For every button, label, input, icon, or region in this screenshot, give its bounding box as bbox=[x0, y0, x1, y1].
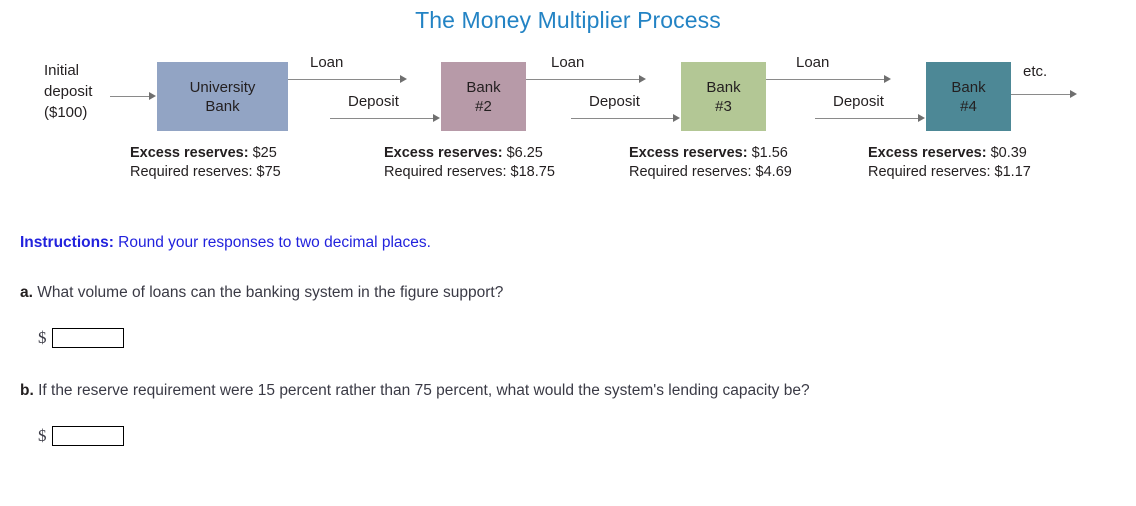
bank-box-bank-4: Bank #4 bbox=[926, 62, 1011, 131]
deposit-arrow-head-3 bbox=[918, 114, 925, 122]
required-reserves-value: $75 bbox=[256, 164, 281, 180]
excess-reserves-label: Excess reserves: bbox=[384, 145, 503, 161]
currency-symbol-a: $ bbox=[38, 328, 47, 347]
excess-reserves-value: $6.25 bbox=[506, 145, 543, 161]
etc-arrow-head bbox=[1070, 90, 1077, 98]
initial-deposit-arrow-line bbox=[110, 96, 149, 97]
currency-symbol-b: $ bbox=[38, 426, 47, 445]
answer-input-part-b[interactable] bbox=[51, 426, 124, 446]
excess-reserves-label: Excess reserves: bbox=[629, 145, 748, 161]
question-part-a-body: What volume of loans can the banking sys… bbox=[32, 284, 504, 301]
loan-arrow-line-2 bbox=[526, 79, 639, 80]
required-reserves-row: Required reserves: $1.17 bbox=[868, 163, 1031, 182]
required-reserves-row: Required reserves: $18.75 bbox=[384, 163, 555, 182]
bank-box-label: Bank #2 bbox=[466, 78, 500, 116]
excess-reserves-row: Excess reserves: $1.56 bbox=[629, 144, 792, 163]
required-reserves-label: Required reserves: bbox=[130, 164, 253, 180]
required-reserves-value: $1.17 bbox=[994, 164, 1031, 180]
initial-deposit-line-3: ($100) bbox=[44, 104, 88, 121]
instructions-label: Instructions: bbox=[20, 234, 114, 251]
deposit-label-2: Deposit bbox=[589, 93, 640, 110]
instructions-text: Round your responses to two decimal plac… bbox=[113, 234, 431, 251]
deposit-arrow-line-3 bbox=[815, 118, 918, 119]
bank-name-line-2: #2 bbox=[475, 97, 492, 115]
bank-name-line-1: Bank bbox=[951, 78, 986, 96]
bank-name-line-1: Bank bbox=[466, 78, 501, 96]
loan-label-2: Loan bbox=[551, 54, 585, 71]
required-reserves-value: $4.69 bbox=[755, 164, 792, 180]
deposit-label-1: Deposit bbox=[348, 93, 399, 110]
required-reserves-label: Required reserves: bbox=[629, 164, 752, 180]
deposit-label-3: Deposit bbox=[833, 93, 884, 110]
excess-reserves-label: Excess reserves: bbox=[130, 145, 249, 161]
question-part-a-letter: a. bbox=[20, 284, 33, 301]
instructions: Instructions: Round your responses to tw… bbox=[20, 234, 431, 252]
reserves-block-university-bank: Excess reserves: $25 Required reserves: … bbox=[130, 144, 281, 182]
excess-reserves-row: Excess reserves: $6.25 bbox=[384, 144, 555, 163]
bank-name-line-1: Bank bbox=[706, 78, 741, 96]
figure-title: The Money Multiplier Process bbox=[415, 7, 721, 33]
answer-row-part-a: $ bbox=[38, 328, 124, 348]
loan-arrow-line-3 bbox=[766, 79, 884, 80]
etc-label: etc. bbox=[1023, 63, 1048, 80]
deposit-arrow-line-1 bbox=[330, 118, 433, 119]
etc-arrow-line bbox=[1011, 94, 1070, 95]
answer-input-part-a[interactable] bbox=[51, 328, 124, 348]
excess-reserves-value: $0.39 bbox=[990, 145, 1027, 161]
excess-reserves-value: $1.56 bbox=[751, 145, 788, 161]
bank-name-line-2: #3 bbox=[715, 97, 732, 115]
excess-reserves-row: Excess reserves: $0.39 bbox=[868, 144, 1031, 163]
loan-arrow-head-1 bbox=[400, 75, 407, 83]
bank-name-line-2: #4 bbox=[960, 97, 977, 115]
question-part-b-body: If the reserve requirement were 15 perce… bbox=[33, 382, 810, 399]
excess-reserves-label: Excess reserves: bbox=[868, 145, 987, 161]
bank-box-bank-2: Bank #2 bbox=[441, 62, 526, 131]
initial-deposit-arrow-head bbox=[149, 92, 156, 100]
bank-box-label: Bank #3 bbox=[706, 78, 740, 116]
money-multiplier-figure: The Money Multiplier Process Initial dep… bbox=[0, 0, 1136, 200]
bank-box-bank-3: Bank #3 bbox=[681, 62, 766, 131]
loan-label-1: Loan bbox=[310, 54, 344, 71]
excess-reserves-value: $25 bbox=[252, 145, 277, 161]
question-part-b-text: b. If the reserve requirement were 15 pe… bbox=[20, 382, 810, 400]
loan-label-3: Loan bbox=[796, 54, 830, 71]
required-reserves-label: Required reserves: bbox=[384, 164, 507, 180]
question-part-b-letter: b. bbox=[20, 382, 34, 399]
reserves-block-bank-3: Excess reserves: $1.56 Required reserves… bbox=[629, 144, 792, 182]
required-reserves-value: $18.75 bbox=[510, 164, 555, 180]
initial-deposit-line-1: Initial bbox=[44, 62, 80, 79]
bank-box-university-bank: University Bank bbox=[157, 62, 288, 131]
bank-name-line-2: Bank bbox=[205, 97, 240, 115]
deposit-arrow-head-2 bbox=[673, 114, 680, 122]
loan-arrow-head-2 bbox=[639, 75, 646, 83]
required-reserves-row: Required reserves: $4.69 bbox=[629, 163, 792, 182]
loan-arrow-head-3 bbox=[884, 75, 891, 83]
bank-name-line-1: University bbox=[189, 78, 256, 96]
initial-deposit-line-2: deposit bbox=[44, 83, 93, 100]
required-reserves-label: Required reserves: bbox=[868, 164, 991, 180]
excess-reserves-row: Excess reserves: $25 bbox=[130, 144, 281, 163]
reserves-block-bank-2: Excess reserves: $6.25 Required reserves… bbox=[384, 144, 555, 182]
bank-box-label: University Bank bbox=[190, 78, 256, 116]
loan-arrow-line-1 bbox=[288, 79, 400, 80]
deposit-arrow-line-2 bbox=[571, 118, 673, 119]
question-part-a-text: a. What volume of loans can the banking … bbox=[20, 284, 503, 302]
bank-box-label: Bank #4 bbox=[951, 78, 985, 116]
deposit-arrow-head-1 bbox=[433, 114, 440, 122]
answer-row-part-b: $ bbox=[38, 426, 124, 446]
reserves-block-bank-4: Excess reserves: $0.39 Required reserves… bbox=[868, 144, 1031, 182]
required-reserves-row: Required reserves: $75 bbox=[130, 163, 281, 182]
initial-deposit-label: Initial deposit ($100) bbox=[44, 60, 140, 123]
